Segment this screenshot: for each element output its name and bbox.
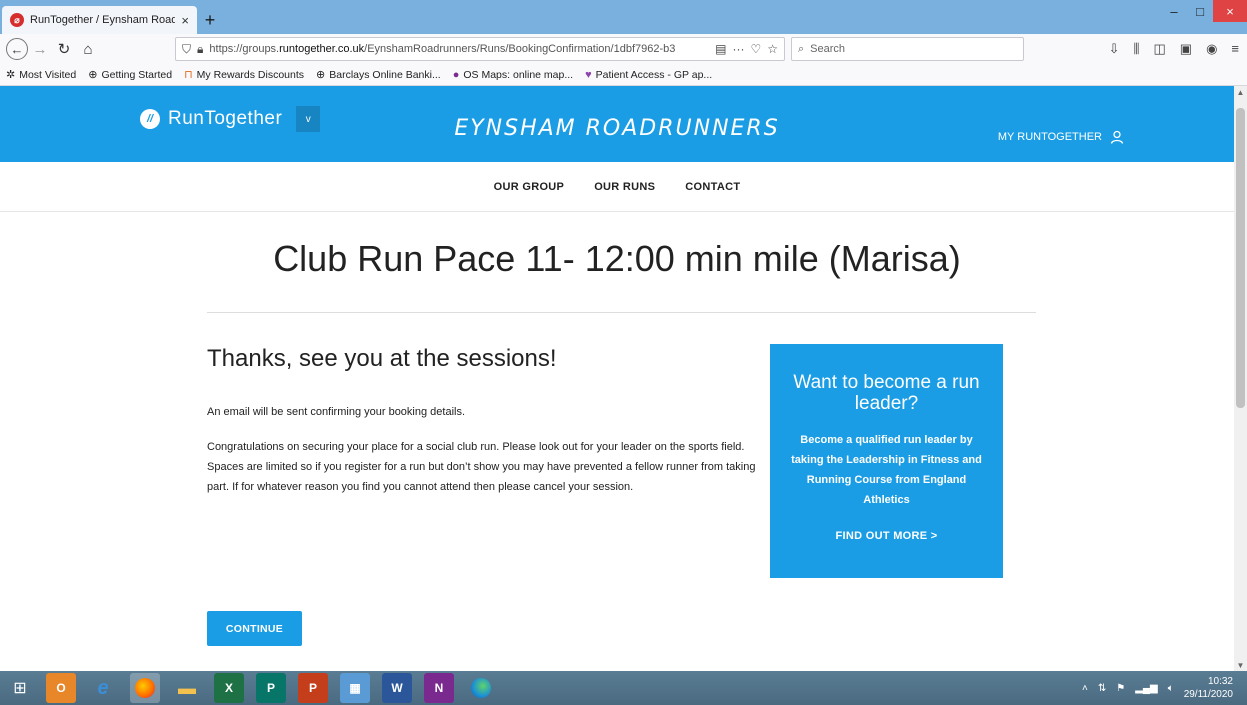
- home-icon[interactable]: ⌂: [76, 37, 100, 61]
- thanks-heading: Thanks, see you at the sessions!: [207, 345, 557, 372]
- menu-icon[interactable]: ≡: [1231, 41, 1239, 57]
- shield-icon[interactable]: ⛉: [182, 42, 191, 57]
- downloads-icon[interactable]: ⇩: [1109, 41, 1120, 57]
- user-icon: [1110, 130, 1124, 144]
- scroll-down-icon[interactable]: ▼: [1234, 659, 1247, 671]
- bookmark-barclays[interactable]: ⊕ Barclays Online Banki...: [316, 68, 441, 82]
- email-note: An email will be sent confirming your bo…: [207, 406, 466, 418]
- bookmark-star-icon[interactable]: ☆: [767, 42, 778, 56]
- browser-tab-bar: ⌀ RunTogether / Eynsham Roadr × + – □ ×: [0, 0, 1247, 34]
- signal-icon[interactable]: ▂▄▆: [1135, 683, 1157, 694]
- page-title: Club Run Pace 11- 12:00 min mile (Marisa…: [273, 238, 961, 279]
- reload-icon[interactable]: ↻: [52, 37, 76, 61]
- scroll-up-icon[interactable]: ▲: [1234, 86, 1247, 98]
- browser-toolbar: ← → ↻ ⌂ ⛉ 🔒︎ https://groups.runtogether.…: [0, 34, 1247, 64]
- bookmark-getting-started[interactable]: ⊕ Getting Started: [88, 68, 172, 82]
- rewards-icon: ⊓: [184, 69, 193, 81]
- heart-icon: ♥: [585, 68, 592, 81]
- address-bar[interactable]: ⛉ 🔒︎ https://groups.runtogether.co.uk/Ey…: [175, 37, 785, 61]
- scroll-thumb[interactable]: [1236, 108, 1245, 408]
- promo-text: Become a qualified run leader by taking …: [791, 434, 982, 506]
- sidebar-icon[interactable]: ◫: [1153, 41, 1165, 57]
- find-out-more-link[interactable]: FIND OUT MORE >: [836, 530, 938, 542]
- site-nav: OUR GROUP OUR RUNS CONTACT: [0, 162, 1234, 212]
- window-close-icon[interactable]: ×: [1213, 0, 1247, 22]
- library-icon[interactable]: ⫼: [1133, 41, 1139, 57]
- url-text[interactable]: https://groups.runtogether.co.uk/Eynsham…: [209, 43, 709, 55]
- tab-title: RunTogether / Eynsham Roadr: [30, 14, 176, 26]
- tray-overflow-icon[interactable]: ˄: [1082, 683, 1088, 694]
- tab-close-icon[interactable]: ×: [181, 13, 189, 28]
- network-icon[interactable]: ⇅: [1098, 683, 1106, 694]
- maximize-icon[interactable]: □: [1187, 0, 1213, 22]
- bookmark-patient-access[interactable]: ♥ Patient Access - GP ap...: [585, 69, 712, 81]
- firefox-icon[interactable]: [130, 673, 160, 703]
- outlook-icon[interactable]: O: [46, 673, 76, 703]
- account-icon[interactable]: ◉: [1206, 41, 1217, 57]
- pocket-icon[interactable]: ♡: [750, 42, 761, 56]
- bookmarks-bar: ✲ Most Visited ⊕ Getting Started ⊓ My Rewar…: [0, 64, 1247, 86]
- my-runtogether-link[interactable]: MY RUNTOGETHER: [998, 130, 1124, 144]
- search-icon: ⌕: [798, 42, 805, 55]
- run-leader-promo: Want to become a run leader? Become a qu…: [770, 344, 1003, 578]
- nav-our-runs[interactable]: OUR RUNS: [594, 181, 655, 193]
- file-explorer-icon[interactable]: ▬: [172, 673, 202, 703]
- nav-contact[interactable]: CONTACT: [685, 181, 740, 193]
- window-controls: – □ ×: [1161, 0, 1247, 22]
- web-page: // RunTogether v EYNSHAM ROADRUNNERS MY …: [0, 86, 1234, 671]
- system-tray: ˄ ⇅ ⚑ ▂▄▆ 🔈︎ 10:32 29/11/2020: [1082, 671, 1233, 705]
- flag-icon[interactable]: ⚑: [1116, 683, 1125, 694]
- reader-view-icon[interactable]: ▤: [715, 42, 726, 56]
- windows-start-icon[interactable]: ⊞: [0, 671, 40, 705]
- site-header: // RunTogether v EYNSHAM ROADRUNNERS MY …: [0, 86, 1234, 162]
- continue-button[interactable]: CONTINUE: [207, 611, 302, 646]
- control-panel-icon[interactable]: ▦: [340, 673, 370, 703]
- booking-message: Congratulations on securing your place f…: [207, 441, 756, 493]
- browser-tab[interactable]: ⌀ RunTogether / Eynsham Roadr ×: [2, 6, 197, 34]
- page-scrollbar[interactable]: ▲ ▼: [1234, 86, 1247, 671]
- word-icon[interactable]: W: [382, 673, 412, 703]
- new-tab-button[interactable]: +: [197, 6, 223, 34]
- onenote-icon[interactable]: N: [424, 673, 454, 703]
- forward-arrow-icon[interactable]: →: [28, 37, 52, 61]
- bookmark-most-visited[interactable]: ✲ Most Visited: [6, 68, 76, 82]
- divider: [207, 312, 1036, 313]
- bookmark-my-rewards[interactable]: ⊓ My Rewards Discounts: [184, 68, 304, 82]
- os-maps-icon: ●: [452, 68, 460, 81]
- windows-taskbar: ⊞ O e ▬ X P P ▦ W N ˄ ⇅ ⚑ ▂▄▆ 🔈︎ 10:32 2…: [0, 671, 1247, 705]
- powerpoint-icon[interactable]: P: [298, 673, 328, 703]
- minimize-icon[interactable]: –: [1161, 0, 1187, 22]
- promo-heading: Want to become a run leader?: [793, 372, 980, 414]
- screenshot-icon[interactable]: ▣: [1180, 41, 1192, 57]
- back-arrow-icon[interactable]: ←: [6, 38, 28, 60]
- nav-our-group[interactable]: OUR GROUP: [494, 181, 565, 193]
- lock-icon[interactable]: 🔒︎: [197, 42, 203, 57]
- volume-icon[interactable]: 🔈︎: [1168, 683, 1174, 694]
- globe-icon: ⊕: [316, 69, 326, 81]
- clock[interactable]: 10:32 29/11/2020: [1184, 675, 1233, 701]
- excel-icon[interactable]: X: [214, 673, 244, 703]
- search-placeholder: Search: [810, 43, 846, 55]
- page-actions-icon[interactable]: ···: [732, 42, 744, 56]
- publisher-icon[interactable]: P: [256, 673, 286, 703]
- browser-tools: ⇩ ⫼ ◫ ▣ ◉ ≡: [1109, 41, 1239, 57]
- gear-icon: ✲: [6, 69, 16, 81]
- edge-icon[interactable]: [466, 673, 496, 703]
- globe-icon: ⊕: [88, 69, 98, 81]
- bookmark-os-maps[interactable]: ● OS Maps: online map...: [453, 69, 573, 81]
- runtogether-favicon-icon: ⌀: [10, 13, 24, 27]
- search-input[interactable]: ⌕ Search: [791, 37, 1024, 61]
- internet-explorer-icon[interactable]: e: [88, 673, 118, 703]
